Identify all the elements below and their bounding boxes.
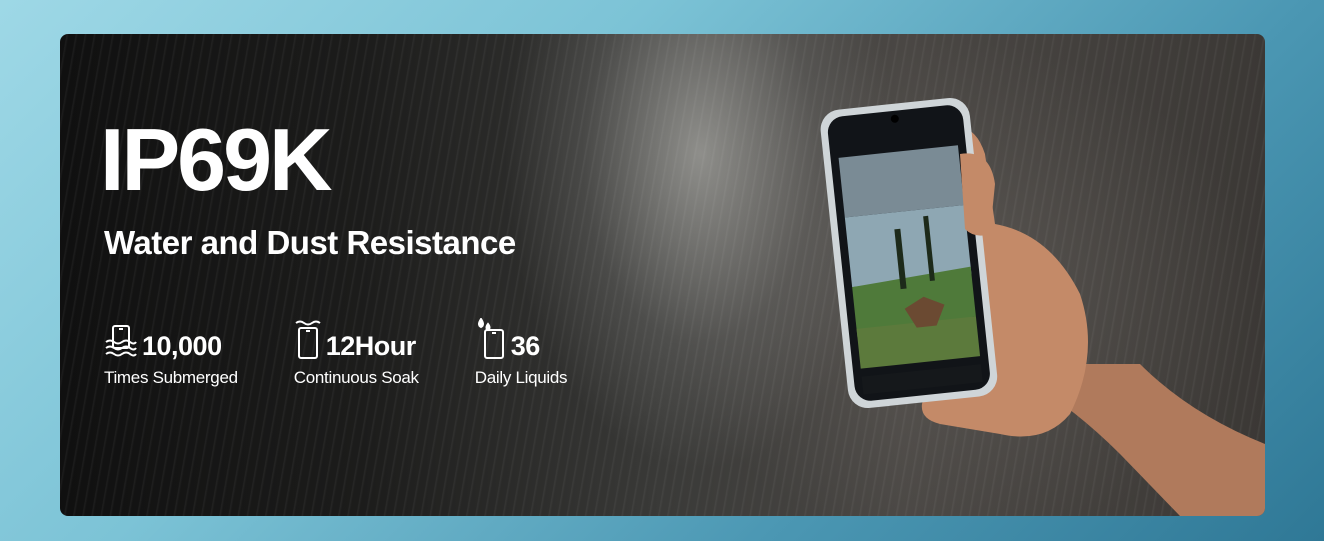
stat-liquids: 36 Daily Liquids xyxy=(474,318,568,388)
stats-row: 10,000 Times Submerged 12Hour Continuous… xyxy=(104,318,568,388)
submerged-phone-icon xyxy=(104,324,138,360)
resistance-subtitle: Water and Dust Resistance xyxy=(104,224,516,261)
hand-holding-phone-image xyxy=(820,97,1265,516)
stat-value: 36 xyxy=(510,331,541,361)
stat-label: Times Submerged xyxy=(104,368,238,387)
soaking-phone-icon xyxy=(294,318,322,360)
product-banner: IP69K Water and Dust Resistance 10,000 T… xyxy=(60,34,1265,516)
stat-label: Continuous Soak xyxy=(293,368,419,387)
stat-soak: 12Hour Continuous Soak xyxy=(294,318,419,388)
stat-value: 10,000 xyxy=(142,331,222,361)
stat-value: 12Hour xyxy=(325,331,417,361)
stat-label: Daily Liquids xyxy=(474,368,568,387)
ip-rating-title: IP69K xyxy=(100,110,333,209)
stat-submerged: 10,000 Times Submerged xyxy=(104,318,238,388)
liquid-drop-phone-icon xyxy=(475,318,507,360)
